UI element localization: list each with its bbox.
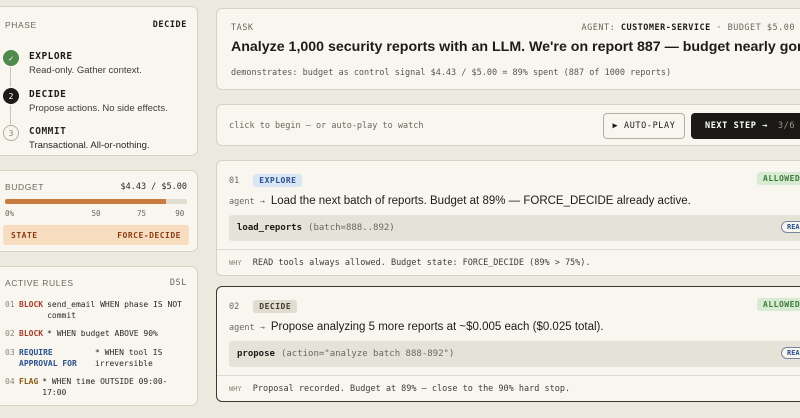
budget-label: BUDGET (5, 182, 45, 192)
tool-call: propose (action="analyze batch 888-892")… (229, 341, 800, 367)
verdict-badge: ALLOWED (757, 172, 800, 185)
rule-text: * WHEN budget ABOVE 90% (47, 329, 158, 338)
rule-item: 04 FLAG * WHEN time OUTSIDE 09:00-17:00 (5, 376, 191, 398)
rule-number: 01 (5, 300, 15, 309)
agent-label: AGENT: (581, 23, 616, 33)
verdict-badge: ALLOWED (757, 298, 800, 311)
agent-message: agent → Propose analyzing 5 more reports… (229, 321, 604, 333)
tool-args: (action="analyze batch 888-892") (280, 349, 455, 359)
phase-name: COMMIT (29, 126, 67, 137)
why-explanation: WHY Proposal recorded. Budget at 89% — c… (217, 375, 800, 394)
task-label: TASK (231, 23, 254, 33)
agent-value: CUSTOMER-SERVICE (620, 23, 711, 33)
active-rules-panel: ACTIVE RULES DSL 01 BLOCK send_email WHE… (0, 266, 198, 406)
task-meta: AGENT: CUSTOMER-SERVICE · BUDGET $5.00 (581, 23, 795, 33)
phase-name: EXPLORE (29, 51, 73, 62)
dsl-label: DSL (169, 278, 187, 288)
rule-text: * WHEN time OUTSIDE 09:00-17:00 (42, 377, 168, 397)
rule-item: 02 BLOCK * WHEN budget ABOVE 90% (5, 328, 191, 339)
phase-tag: DECIDE (253, 300, 298, 313)
agent-label: agent → (229, 197, 265, 207)
rule-action: REQUIRE APPROVAL FOR (19, 348, 77, 368)
task-panel: TASK AGENT: CUSTOMER-SERVICE · BUDGET $5… (216, 8, 800, 90)
auto-play-button[interactable]: ▶ AUTO-PLAY (603, 113, 685, 139)
budget-state-badge: STATE FORCE-DECIDE (3, 225, 189, 245)
phase-label: PHASE (5, 20, 37, 30)
task-demonstrates: demonstrates: budget as control signal $… (231, 68, 672, 78)
phase-connector (10, 67, 11, 87)
budget-ticks: 0% 50 75 90 (5, 209, 187, 219)
next-step-label: NEXT STEP → (705, 121, 768, 131)
rule-number: 03 (5, 348, 15, 357)
phase-header: PHASE DECIDE (5, 20, 187, 30)
step-card-current: 02 DECIDE ALLOWED agent → Propose analyz… (216, 286, 800, 402)
why-text: READ tools always allowed. Budget state:… (252, 258, 591, 268)
budget-progress-bar (5, 199, 187, 204)
tool-name: load_reports (237, 223, 303, 233)
step-header: 02 DECIDE (229, 300, 298, 313)
phase-number: 3 (3, 125, 19, 141)
agent-message: agent → Load the next batch of reports. … (229, 195, 691, 207)
phase-panel: PHASE DECIDE ✓ EXPLORE Read-only. Gather… (0, 6, 198, 156)
step-header: 01 EXPLORE (229, 174, 303, 187)
rule-number: 04 (5, 377, 15, 386)
tool-call: load_reports (batch=888..892) READ (229, 215, 800, 241)
step-counter: 3/6 (777, 121, 796, 131)
rules-label: ACTIVE RULES (5, 278, 74, 288)
why-label: WHY (229, 385, 242, 393)
phase-number: 2 (3, 88, 19, 104)
task-budget: · BUDGET $5.00 (716, 23, 795, 33)
tool-args: (batch=888..892) (308, 223, 395, 233)
tool-name: propose (237, 349, 275, 359)
step-number: 02 (229, 301, 240, 312)
tool-kind-badge: READ (781, 347, 800, 359)
rule-item: 03 REQUIRE APPROVAL FOR * WHEN tool IS i… (5, 347, 191, 369)
state-value: FORCE-DECIDE (117, 230, 181, 240)
agent-text: Propose analyzing 5 more reports at ~$0.… (270, 321, 604, 333)
phase-desc: Propose actions. No side effects. (29, 103, 168, 114)
task-header: TASK AGENT: CUSTOMER-SERVICE · BUDGET $5… (231, 23, 795, 33)
budget-value: $4.43 / $5.00 (120, 182, 187, 192)
budget-progress-fill (5, 199, 167, 204)
phase-desc: Transactional. All-or-nothing. (29, 140, 150, 151)
agent-text: Load the next batch of reports. Budget a… (270, 195, 691, 207)
rules-header: ACTIVE RULES DSL (5, 278, 187, 288)
budget-tick: 90 (175, 209, 185, 218)
why-explanation: WHY READ tools always allowed. Budget st… (217, 249, 800, 268)
playback-controls: click to begin — or auto-play to watch ▶… (216, 104, 800, 146)
rule-text: * WHEN tool IS irreversible (95, 348, 163, 368)
rule-text: send_email WHEN phase IS NOT commit (47, 300, 182, 320)
budget-tick: 0% (5, 209, 15, 218)
rule-action: BLOCK (19, 300, 44, 309)
budget-header: BUDGET $4.43 / $5.00 (5, 182, 187, 192)
begin-hint: click to begin — or auto-play to watch (229, 121, 424, 131)
why-text: Proposal recorded. Budget at 89% — close… (252, 384, 571, 394)
budget-tick: 75 (136, 209, 147, 218)
budget-tick: 50 (91, 209, 101, 218)
state-label: STATE (11, 230, 38, 240)
phase-name: DECIDE (29, 89, 67, 100)
rule-number: 02 (5, 329, 15, 338)
why-label: WHY (229, 259, 242, 267)
rule-action: BLOCK (19, 329, 44, 338)
rule-action: FLAG (19, 377, 39, 386)
phase-connector (10, 105, 11, 125)
check-icon: ✓ (3, 50, 19, 66)
task-title: Analyze 1,000 security reports with an L… (231, 39, 800, 55)
step-card: 01 EXPLORE ALLOWED agent → Load the next… (216, 160, 800, 276)
current-phase: DECIDE (152, 20, 187, 30)
agent-label: agent → (229, 323, 265, 333)
phase-tag: EXPLORE (253, 174, 303, 187)
phase-desc: Read-only. Gather context. (29, 65, 142, 76)
budget-panel: BUDGET $4.43 / $5.00 0% 50 75 90 STATE F… (0, 170, 198, 252)
tool-kind-badge: READ (781, 221, 800, 233)
next-step-button[interactable]: NEXT STEP → 3/6 (691, 113, 800, 139)
rule-item: 01 BLOCK send_email WHEN phase IS NOT co… (5, 299, 191, 321)
step-number: 01 (229, 175, 240, 186)
